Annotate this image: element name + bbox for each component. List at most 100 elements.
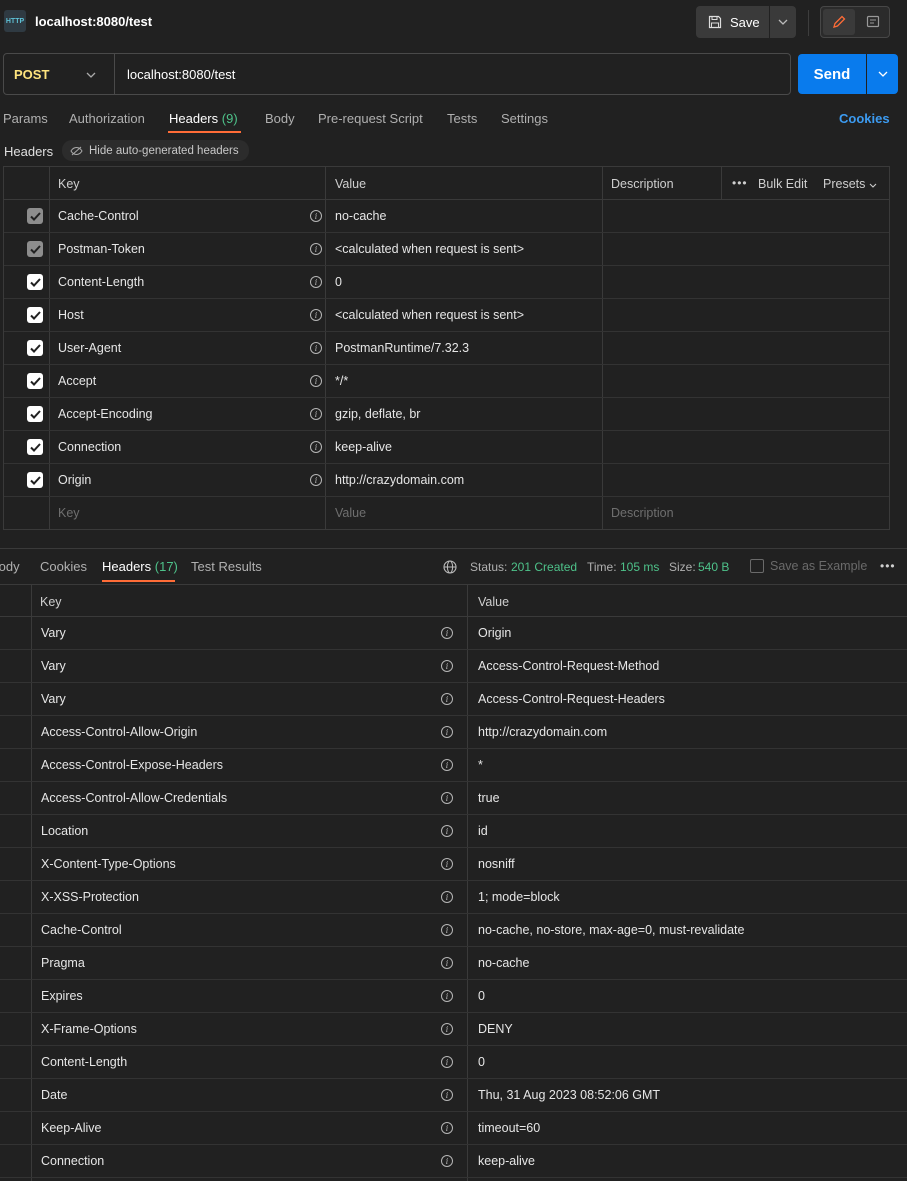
- info-icon[interactable]: i: [441, 957, 453, 969]
- edit-mode-button[interactable]: [823, 9, 855, 35]
- table-row: Accept-Encoding i gzip, deflate, br: [4, 398, 889, 431]
- checkbox-icon[interactable]: [27, 439, 43, 455]
- tab-test-results[interactable]: Test Results: [191, 559, 262, 574]
- header-value[interactable]: PostmanRuntime/7.32.3: [335, 341, 469, 355]
- info-icon[interactable]: i: [441, 627, 453, 639]
- more-icon[interactable]: •••: [732, 176, 748, 190]
- divider: [0, 548, 907, 549]
- header-value[interactable]: gzip, deflate, br: [335, 407, 420, 421]
- info-icon[interactable]: i: [310, 276, 322, 288]
- tab-params[interactable]: Params: [3, 111, 48, 126]
- info-icon[interactable]: i: [441, 1056, 453, 1068]
- checkbox-icon[interactable]: [27, 373, 43, 389]
- info-icon[interactable]: i: [310, 408, 322, 420]
- tab-body[interactable]: Body: [265, 111, 295, 126]
- info-icon[interactable]: i: [441, 1122, 453, 1134]
- info-icon[interactable]: i: [310, 210, 322, 222]
- table-row: Vary i Access-Control-Request-Method: [0, 650, 907, 683]
- header-key[interactable]: Postman-Token: [58, 242, 145, 256]
- info-icon[interactable]: i: [441, 759, 453, 771]
- header-value: DENY: [478, 1022, 513, 1036]
- top-bar: HTTP localhost:8080/test Save: [0, 0, 907, 44]
- save-options-button[interactable]: [770, 6, 796, 38]
- time-value[interactable]: 105 ms: [620, 560, 659, 574]
- table-row: Vary i Access-Control-Request-Headers: [0, 683, 907, 716]
- globe-icon[interactable]: [443, 560, 457, 574]
- info-icon[interactable]: i: [310, 474, 322, 486]
- tab-response-cookies[interactable]: Cookies: [40, 559, 87, 574]
- tab-response-body[interactable]: Body: [0, 559, 20, 574]
- table-row: Content-Length i 0: [0, 1046, 907, 1079]
- url-input[interactable]: localhost:8080/test: [127, 67, 235, 82]
- checkbox-icon[interactable]: [27, 208, 43, 224]
- info-icon[interactable]: i: [441, 891, 453, 903]
- header-value[interactable]: */*: [335, 374, 348, 388]
- header-value[interactable]: <calculated when request is sent>: [335, 242, 524, 256]
- size-value[interactable]: 540 B: [698, 560, 729, 574]
- save-as-example-button[interactable]: Save as Example: [770, 559, 867, 573]
- chevron-down-icon[interactable]: [86, 66, 96, 81]
- tab-response-headers[interactable]: Headers (17): [102, 559, 178, 574]
- cookies-link[interactable]: Cookies: [839, 111, 890, 126]
- header-value[interactable]: http://crazydomain.com: [335, 473, 464, 487]
- save-button[interactable]: Save: [696, 6, 769, 38]
- more-icon[interactable]: •••: [880, 559, 896, 573]
- header-value[interactable]: keep-alive: [335, 440, 392, 454]
- info-icon[interactable]: i: [441, 858, 453, 870]
- header-key[interactable]: Cache-Control: [58, 209, 139, 223]
- status-value[interactable]: 201 Created: [511, 560, 577, 574]
- info-icon[interactable]: i: [310, 309, 322, 321]
- method-select[interactable]: POST: [14, 67, 49, 82]
- new-value-input[interactable]: Value: [335, 506, 366, 520]
- header-value[interactable]: no-cache: [335, 209, 386, 223]
- info-icon[interactable]: i: [310, 441, 322, 453]
- info-icon[interactable]: i: [441, 792, 453, 804]
- info-icon[interactable]: i: [441, 924, 453, 936]
- table-row: Access-Control-Allow-Credentials i true: [0, 782, 907, 815]
- header-key[interactable]: User-Agent: [58, 341, 121, 355]
- hide-auto-headers-button[interactable]: Hide auto-generated headers: [62, 140, 249, 161]
- document-icon: [866, 15, 880, 28]
- header-key[interactable]: Host: [58, 308, 84, 322]
- header-key[interactable]: Content-Length: [58, 275, 144, 289]
- header-value[interactable]: 0: [335, 275, 342, 289]
- checkbox-icon[interactable]: [27, 472, 43, 488]
- header-key[interactable]: Origin: [58, 473, 91, 487]
- header-value: nosniff: [478, 857, 515, 871]
- tab-pre-request-script[interactable]: Pre-request Script: [318, 111, 423, 126]
- info-icon[interactable]: i: [310, 342, 322, 354]
- header-key: Keep-Alive: [41, 1121, 102, 1135]
- presets-dropdown[interactable]: Presets: [823, 177, 877, 191]
- new-description-input[interactable]: Description: [611, 506, 674, 520]
- new-key-input[interactable]: Key: [58, 506, 80, 520]
- tab-headers[interactable]: Headers (9): [169, 111, 238, 126]
- tab-settings[interactable]: Settings: [501, 111, 548, 126]
- table-header: Key Value: [0, 584, 907, 617]
- documentation-mode-button[interactable]: [857, 9, 889, 35]
- info-icon[interactable]: i: [441, 1023, 453, 1035]
- info-icon[interactable]: i: [441, 1155, 453, 1167]
- bulk-edit-button[interactable]: Bulk Edit: [758, 177, 807, 191]
- header-key[interactable]: Connection: [58, 440, 121, 454]
- info-icon[interactable]: i: [441, 726, 453, 738]
- info-icon[interactable]: i: [310, 243, 322, 255]
- info-icon[interactable]: i: [441, 693, 453, 705]
- info-icon[interactable]: i: [441, 825, 453, 837]
- info-icon[interactable]: i: [441, 660, 453, 672]
- info-icon[interactable]: i: [441, 990, 453, 1002]
- header-value[interactable]: <calculated when request is sent>: [335, 308, 524, 322]
- header-key[interactable]: Accept: [58, 374, 96, 388]
- send-options-button[interactable]: [867, 54, 898, 94]
- header-key[interactable]: Accept-Encoding: [58, 407, 153, 421]
- checkbox-icon[interactable]: [27, 307, 43, 323]
- checkbox-icon[interactable]: [27, 274, 43, 290]
- send-button[interactable]: Send: [798, 54, 866, 94]
- info-icon[interactable]: i: [441, 1089, 453, 1101]
- checkbox-icon[interactable]: [27, 241, 43, 257]
- info-icon[interactable]: i: [310, 375, 322, 387]
- checkbox-icon[interactable]: [27, 406, 43, 422]
- checkbox-icon[interactable]: [27, 340, 43, 356]
- tab-authorization[interactable]: Authorization: [69, 111, 145, 126]
- tab-tests[interactable]: Tests: [447, 111, 477, 126]
- request-title[interactable]: localhost:8080/test: [35, 14, 152, 29]
